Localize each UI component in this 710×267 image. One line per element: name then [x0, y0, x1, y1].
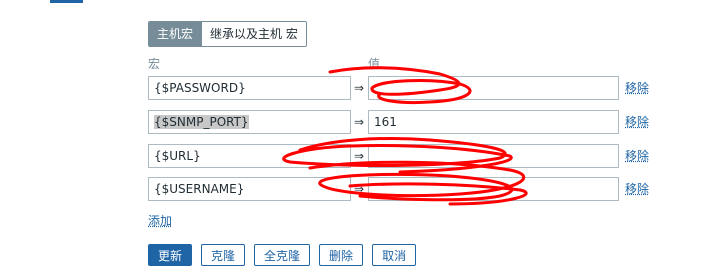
tab-inherited-macros[interactable]: 继承以及主机 宏 [201, 22, 306, 46]
macro-row: {$USERNAME} ⇒ 移除 [148, 177, 688, 201]
form-actions: 更新 克隆 全克隆 删除 取消 [148, 244, 417, 266]
add-macro-link[interactable]: 添加 [148, 212, 172, 229]
selected-text: {$SNMP_PORT} [154, 115, 249, 129]
column-header-macro: 宏 [148, 57, 161, 71]
delete-button[interactable]: 删除 [319, 244, 364, 266]
top-tab-indicator [50, 0, 83, 3]
macro-value-input[interactable] [368, 76, 619, 100]
macro-value-input[interactable]: 161 [368, 110, 619, 134]
arrow-icon: ⇒ [354, 182, 365, 196]
macro-value-input[interactable] [368, 144, 619, 168]
macro-value-input[interactable] [368, 177, 619, 201]
macro-row: {$PASSWORD} ⇒ 移除 [148, 76, 688, 100]
remove-link[interactable]: 移除 [625, 177, 649, 201]
update-button[interactable]: 更新 [148, 244, 193, 266]
clone-button[interactable]: 克隆 [201, 244, 246, 266]
tab-host-macros[interactable]: 主机宏 [149, 22, 202, 46]
full-clone-button[interactable]: 全克隆 [254, 244, 311, 266]
remove-link[interactable]: 移除 [625, 76, 649, 100]
macro-name-input[interactable]: {$URL} [148, 144, 351, 168]
macro-tabs: 主机宏 继承以及主机 宏 [148, 21, 307, 47]
macro-row: {$URL} ⇒ 移除 [148, 144, 688, 168]
macro-name-input[interactable]: {$USERNAME} [148, 177, 351, 201]
arrow-icon: ⇒ [354, 149, 365, 163]
remove-link[interactable]: 移除 [625, 110, 649, 134]
cancel-button[interactable]: 取消 [372, 244, 417, 266]
arrow-icon: ⇒ [354, 115, 365, 129]
macro-name-input[interactable]: {$PASSWORD} [148, 76, 351, 100]
arrow-icon: ⇒ [354, 81, 365, 95]
remove-link[interactable]: 移除 [625, 144, 649, 168]
macro-name-input[interactable]: {$SNMP_PORT} [148, 110, 351, 134]
column-header-value: 值 [368, 57, 381, 71]
macro-row: {$SNMP_PORT} ⇒ 161 移除 [148, 110, 688, 134]
